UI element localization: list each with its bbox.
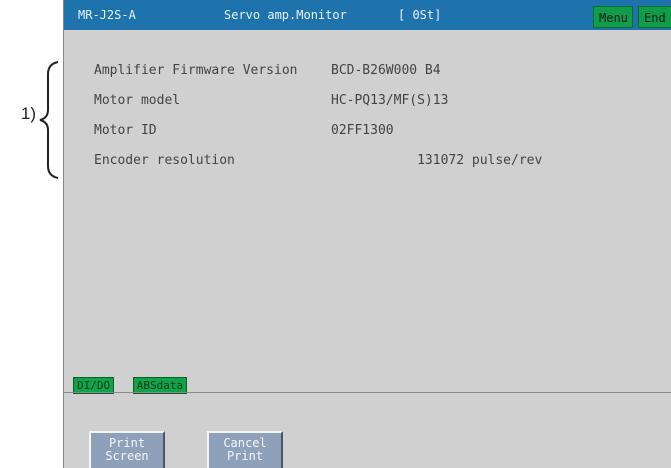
cancel-print-button[interactable]: Cancel Print [207, 431, 283, 468]
info-value: BCD-B26W000 B4 [331, 63, 441, 78]
callout-label: 1) [20, 104, 36, 123]
info-value: 131072 pulse/rev [331, 153, 543, 168]
info-label: Motor model [94, 93, 181, 108]
servo-monitor-screen: MR-J2S-A Servo amp.Monitor [ 0St] Menu E… [63, 0, 671, 468]
panel-divider [64, 392, 671, 393]
station-status: [ 0St] [398, 8, 442, 22]
info-label: Amplifier Firmware Version [94, 63, 298, 78]
screen-title: Servo amp.Monitor [224, 8, 347, 22]
amplifier-model: MR-J2S-A [78, 8, 136, 22]
monitor-tabs: DI/DO ABSdata [73, 374, 196, 394]
callout-brace-icon [39, 61, 59, 179]
end-button[interactable]: End [638, 6, 671, 28]
button-line: Screen [105, 449, 149, 463]
info-label: Motor ID [94, 123, 157, 138]
info-label: Encoder resolution [94, 153, 235, 168]
title-bar: MR-J2S-A Servo amp.Monitor [ 0St] Menu E… [64, 0, 671, 30]
info-value: HC-PQ13/MF(S)13 [331, 93, 449, 108]
info-value: 02FF1300 [331, 123, 394, 138]
button-line: Print [226, 449, 264, 463]
print-screen-button[interactable]: Print Screen [89, 431, 165, 468]
menu-button[interactable]: Menu [593, 6, 633, 28]
